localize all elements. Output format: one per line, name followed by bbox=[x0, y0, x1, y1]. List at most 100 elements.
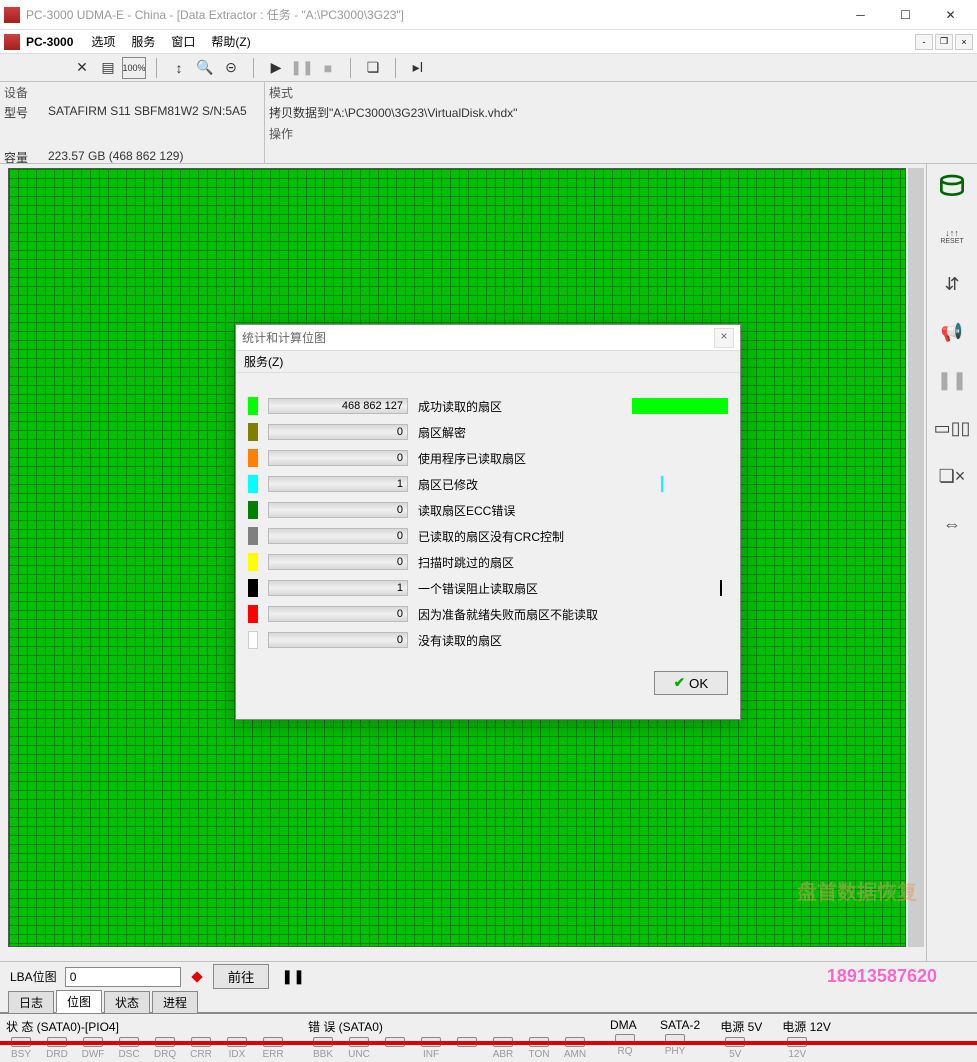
stat-value: 0 bbox=[268, 632, 408, 648]
tool-priority-icon[interactable]: ↕ bbox=[167, 57, 191, 79]
stat-label: 读取扇区ECC错误 bbox=[418, 502, 622, 519]
rt-expand-icon[interactable]: ⇔ bbox=[936, 508, 968, 540]
stat-indicator bbox=[632, 580, 728, 596]
led-label: INF bbox=[423, 1049, 439, 1060]
brand-label: PC-3000 bbox=[26, 35, 73, 49]
led-item: RQ bbox=[610, 1034, 640, 1057]
menu-options[interactable]: 选项 bbox=[83, 31, 123, 52]
tab-process[interactable]: 进程 bbox=[152, 991, 198, 1013]
led-label: AMN bbox=[564, 1049, 586, 1060]
stat-indicator bbox=[632, 606, 728, 622]
mode-value: 拷贝数据到"A:\PC3000\3G23\VirtualDisk.vhdx" bbox=[269, 104, 973, 121]
rt-sound-icon[interactable]: 📢 bbox=[936, 316, 968, 348]
maximize-button[interactable]: ☐ bbox=[883, 0, 928, 30]
stat-swatch bbox=[248, 527, 258, 545]
minimize-button[interactable]: ─ bbox=[838, 0, 883, 30]
tab-bitmap[interactable]: 位图 bbox=[56, 990, 102, 1013]
stat-row: 0因为准备就绪失败而扇区不能读取 bbox=[248, 601, 728, 627]
op-label: 操作 bbox=[269, 125, 973, 142]
stat-value: 1 bbox=[268, 580, 408, 596]
stat-row: 0扇区解密 bbox=[248, 419, 728, 445]
dialog-body: 468 862 127成功读取的扇区0扇区解密0使用程序已读取扇区1扇区已修改0… bbox=[236, 373, 740, 661]
pause-button[interactable]: ❚❚ bbox=[290, 57, 314, 79]
tool-percent-icon[interactable]: 100% bbox=[122, 57, 146, 79]
lba-marker-icon[interactable] bbox=[189, 969, 205, 985]
stat-swatch bbox=[248, 397, 258, 415]
led-label: DWF bbox=[82, 1049, 105, 1060]
status-group-title: 电源 12V bbox=[782, 1016, 831, 1037]
rt-copy-icon[interactable]: ❏× bbox=[936, 460, 968, 492]
dialog-menubar: 服务(Z) bbox=[236, 351, 740, 373]
stat-value: 468 862 127 bbox=[268, 398, 408, 414]
stop-button[interactable]: ■ bbox=[316, 57, 340, 79]
stat-indicator bbox=[632, 424, 728, 440]
tool-search-icon[interactable]: 🔍 bbox=[193, 57, 217, 79]
stat-value: 0 bbox=[268, 554, 408, 570]
stat-row: 468 862 127成功读取的扇区 bbox=[248, 393, 728, 419]
mdi-close-button[interactable]: × bbox=[955, 34, 973, 50]
stat-swatch bbox=[248, 449, 258, 467]
led-label: TON bbox=[529, 1049, 550, 1060]
play-button[interactable]: ▶ bbox=[264, 57, 288, 79]
rt-reset-icon[interactable]: ↓↑↑RESET bbox=[936, 220, 968, 252]
menu-services[interactable]: 服务 bbox=[123, 31, 163, 52]
copy-button[interactable]: ❏ bbox=[361, 57, 385, 79]
lba-input[interactable]: 0 bbox=[65, 967, 181, 987]
tab-log[interactable]: 日志 bbox=[8, 991, 54, 1013]
tool-hammer-icon[interactable]: ✕ bbox=[70, 57, 94, 79]
ok-button[interactable]: ✔OK bbox=[654, 671, 728, 695]
tab-bar: 日志 位图 状态 进程 bbox=[0, 991, 977, 1013]
tool-film-icon[interactable]: ▤ bbox=[96, 57, 120, 79]
tool-step-icon[interactable]: ▸ǀ bbox=[406, 57, 430, 79]
stat-swatch bbox=[248, 501, 258, 519]
led-label: CRR bbox=[190, 1049, 212, 1060]
device-panel: 设备 型号 SATAFIRM S11 SBFM81W2 S/N:5A5 容量 2… bbox=[0, 82, 265, 163]
mdi-restore-button[interactable]: ❐ bbox=[935, 34, 953, 50]
check-icon: ✔ bbox=[674, 675, 685, 691]
dialog-title: 统计和计算位图 bbox=[242, 329, 714, 346]
rt-pause-icon[interactable]: ❚❚ bbox=[936, 364, 968, 396]
stat-swatch bbox=[248, 423, 258, 441]
model-value: SATAFIRM S11 SBFM81W2 S/N:5A5 bbox=[48, 104, 260, 121]
led-label: RQ bbox=[618, 1046, 633, 1057]
led-label: BSY bbox=[11, 1049, 31, 1060]
dialog-header[interactable]: 统计和计算位图 × bbox=[236, 325, 740, 351]
stat-label: 已读取的扇区没有CRC控制 bbox=[418, 528, 622, 545]
rt-chart-icon[interactable]: ▭▯▯ bbox=[936, 412, 968, 444]
map-scrollbar[interactable] bbox=[908, 168, 924, 947]
stat-row: 0已读取的扇区没有CRC控制 bbox=[248, 523, 728, 549]
mode-label: 模式 bbox=[269, 84, 973, 101]
stat-indicator bbox=[632, 476, 728, 492]
lba-bar: LBA位图 0 前往 ❚❚ 18913587620 bbox=[0, 961, 977, 991]
dialog-close-button[interactable]: × bbox=[714, 328, 734, 348]
stat-swatch bbox=[248, 605, 258, 623]
stat-value: 0 bbox=[268, 450, 408, 466]
window-title: PC-3000 UDMA-E - China - [Data Extractor… bbox=[26, 6, 838, 23]
status-group: DMA RQ bbox=[610, 1016, 640, 1060]
status-group-title: DMA bbox=[610, 1016, 640, 1034]
stat-swatch bbox=[248, 475, 258, 493]
led-label: ABR bbox=[493, 1049, 514, 1060]
menu-help[interactable]: 帮助(Z) bbox=[203, 31, 258, 52]
led-label: DSC bbox=[118, 1049, 139, 1060]
stat-label: 没有读取的扇区 bbox=[418, 632, 622, 649]
status-group-title: 错 误 (SATA0) bbox=[308, 1016, 590, 1037]
rt-database-icon[interactable] bbox=[936, 172, 968, 204]
menu-window[interactable]: 窗口 bbox=[163, 31, 203, 52]
stat-value: 0 bbox=[268, 502, 408, 518]
dialog-menu-services[interactable]: 服务(Z) bbox=[244, 355, 283, 369]
stat-label: 扇区解密 bbox=[418, 424, 622, 441]
info-panels: 设备 型号 SATAFIRM S11 SBFM81W2 S/N:5A5 容量 2… bbox=[0, 82, 977, 164]
lba-go-button[interactable]: 前往 bbox=[213, 964, 270, 989]
close-button[interactable]: ✕ bbox=[928, 0, 973, 30]
tool-disk-icon[interactable]: ⊝ bbox=[219, 57, 243, 79]
lba-pause-icon[interactable]: ❚❚ bbox=[277, 968, 308, 985]
tab-status[interactable]: 状态 bbox=[104, 991, 150, 1013]
stat-indicator bbox=[632, 554, 728, 570]
mode-panel: 模式 拷贝数据到"A:\PC3000\3G23\VirtualDisk.vhdx… bbox=[265, 82, 977, 163]
device-panel-title: 设备 bbox=[4, 84, 260, 101]
led-label: ERR bbox=[262, 1049, 283, 1060]
mdi-minimize-button[interactable]: - bbox=[915, 34, 933, 50]
rt-arrow-icon[interactable]: ⇵ bbox=[936, 268, 968, 300]
status-group: 状 态 (SATA0)-[PIO4]BSYDRDDWFDSCDRQCRRIDXE… bbox=[6, 1016, 288, 1060]
